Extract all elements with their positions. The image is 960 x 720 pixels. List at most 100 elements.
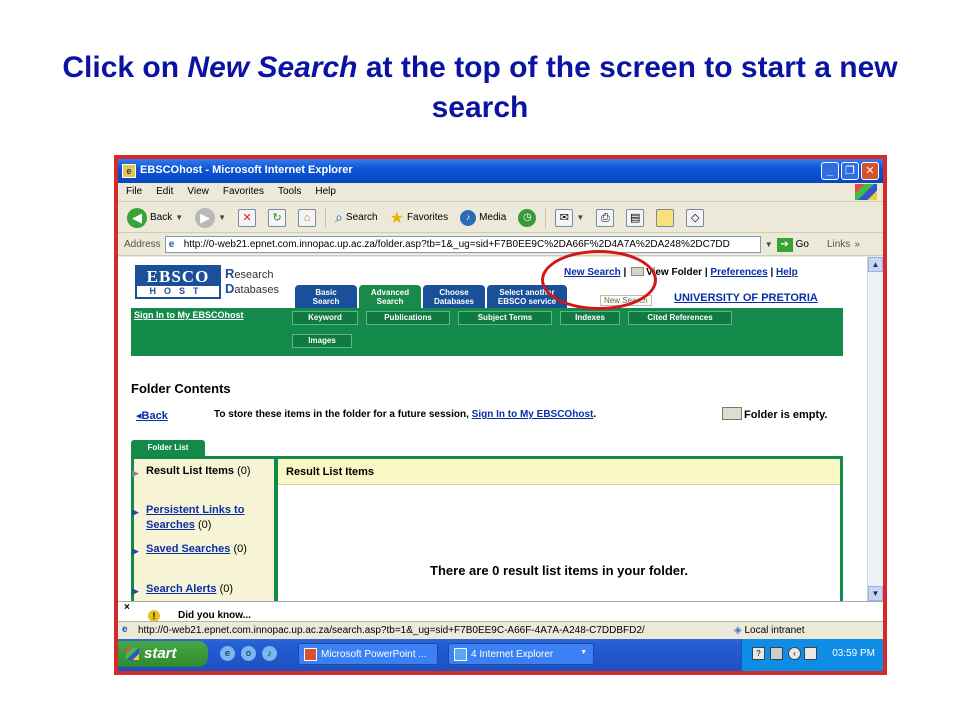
address-dropdown-icon[interactable]: ▼: [765, 240, 773, 249]
menu-view[interactable]: View: [187, 186, 209, 201]
publications-button[interactable]: Publications: [366, 311, 450, 325]
link-separator: |: [770, 267, 774, 278]
browser-window: e EBSCOhost - Microsoft Internet Explore…: [118, 159, 883, 671]
list-item-count: (0): [219, 583, 234, 595]
menu-bar: File Edit View Favorites Tools Help: [118, 183, 883, 202]
media-button[interactable]: ♪ Media: [457, 206, 509, 230]
did-you-know-bar: × ! Did you know...: [118, 601, 883, 622]
window-titlebar[interactable]: e EBSCOhost - Microsoft Internet Explore…: [118, 159, 883, 183]
windows-logo-icon: [126, 648, 139, 660]
network-tray-icon[interactable]: [770, 647, 783, 660]
tab-line: Choose: [439, 288, 469, 297]
slide: Click on New Search at the top of the sc…: [0, 0, 960, 720]
forward-button[interactable]: ▶ ▼: [192, 206, 229, 230]
indexes-button[interactable]: Indexes: [560, 311, 620, 325]
tab-line: Advanced: [370, 288, 410, 297]
ie-quicklaunch-icon[interactable]: e: [220, 646, 235, 661]
sign-in-link[interactable]: Sign In to My EBSCOhost: [134, 310, 244, 320]
folder-status: Folder is empty.: [722, 407, 828, 421]
scroll-up-icon[interactable]: ▲: [868, 257, 883, 272]
tab-line: Basic: [315, 288, 337, 297]
collapse-tray-icon[interactable]: ‹: [788, 647, 801, 660]
security-zone: ◈ Local intranet: [734, 625, 805, 636]
menu-file[interactable]: File: [126, 186, 142, 201]
media-quicklaunch-icon[interactable]: ♪: [262, 646, 277, 661]
tab-advanced-search[interactable]: Advanced Search: [359, 285, 421, 309]
triangle-right-icon: ▶: [132, 586, 139, 596]
zone-label: Local intranet: [744, 625, 805, 636]
scroll-down-icon[interactable]: ▼: [868, 586, 883, 601]
dropdown-arrow-icon: ▼: [218, 213, 227, 222]
quick-launch: e o ♪: [220, 646, 277, 661]
dropdown-arrow-icon: ▼: [576, 213, 585, 222]
close-button[interactable]: ✕: [861, 162, 879, 180]
messenger-button[interactable]: ◇: [683, 206, 707, 230]
search-button[interactable]: ⌕ Search: [332, 206, 381, 230]
page-viewport: EBSCO HOST Research Databases New Search…: [118, 257, 867, 601]
maximize-button[interactable]: ❐: [841, 162, 859, 180]
vertical-scrollbar[interactable]: ▲ ▼: [867, 257, 883, 601]
favorites-button[interactable]: ★ Favorites: [387, 206, 451, 230]
taskbar-ie-group-button[interactable]: 4 Internet Explorer ▼: [448, 643, 594, 665]
list-item-result-list-items: ▶ Result List Items (0): [132, 464, 272, 479]
university-link[interactable]: UNIVERSITY OF PRETORIA: [674, 292, 818, 304]
databases-cap: D: [225, 281, 235, 296]
cited-references-button[interactable]: Cited References: [628, 311, 732, 325]
refresh-button[interactable]: ↻: [265, 206, 289, 230]
link-separator: |: [704, 267, 708, 278]
help-link[interactable]: Help: [776, 267, 798, 278]
discuss-button[interactable]: [653, 206, 677, 230]
tab-basic-search[interactable]: Basic Search: [295, 285, 357, 309]
taskbar-powerpoint-button[interactable]: Microsoft PowerPoint ...: [298, 643, 438, 665]
close-icon[interactable]: ×: [124, 602, 130, 613]
list-item-link[interactable]: Persistent Links to Searches: [146, 504, 244, 531]
home-icon: ⌂: [298, 208, 317, 227]
history-button[interactable]: ◷: [515, 206, 539, 230]
taskbar-button-label: Microsoft PowerPoint ...: [321, 649, 427, 660]
list-item-count: (0): [198, 519, 212, 531]
list-item-search-alerts[interactable]: ▶ Search Alerts (0): [132, 582, 272, 597]
store-sign-in-link[interactable]: Sign In to My EBSCOhost: [472, 409, 594, 420]
databases-rest: atabases: [234, 284, 280, 296]
ie-page-icon: e: [168, 239, 175, 250]
links-toolbar[interactable]: Links: [827, 239, 850, 250]
windows-logo-icon: [855, 184, 877, 200]
back-button[interactable]: ◀ Back ▼: [124, 206, 186, 230]
standard-toolbar: ◀ Back ▼ ▶ ▼ ✕ ↻ ⌂ ⌕ Search ★ Favorites …: [118, 203, 883, 233]
ebsco-host-logo[interactable]: EBSCO HOST: [135, 265, 221, 299]
minimize-button[interactable]: _: [821, 162, 839, 180]
list-item-persistent-links[interactable]: ▶ Persistent Links to Searches (0): [132, 503, 272, 533]
menu-help[interactable]: Help: [315, 186, 336, 201]
search-icon: ⌕: [335, 209, 343, 225]
list-item-link[interactable]: Saved Searches: [146, 543, 230, 555]
list-item-saved-searches[interactable]: ▶ Saved Searches (0): [132, 542, 272, 557]
help-tray-icon[interactable]: ?: [752, 647, 765, 660]
outlook-quicklaunch-icon[interactable]: o: [241, 646, 256, 661]
images-button[interactable]: Images: [292, 334, 352, 348]
monitor-tray-icon[interactable]: [804, 647, 817, 660]
chevron-icon[interactable]: »: [854, 239, 860, 250]
favorites-star-icon: ★: [389, 209, 404, 227]
mail-button[interactable]: ✉ ▼: [552, 206, 587, 230]
preferences-link[interactable]: Preferences: [710, 267, 767, 278]
edit-button[interactable]: ▤: [623, 206, 647, 230]
menu-favorites[interactable]: Favorites: [223, 186, 264, 201]
folder-list-tab[interactable]: Folder List: [131, 440, 205, 456]
discuss-icon: [656, 208, 675, 227]
go-button[interactable]: ➔ Go: [776, 237, 809, 252]
keyword-button[interactable]: Keyword: [292, 311, 358, 325]
stop-button[interactable]: ✕: [235, 206, 259, 230]
slide-title-after: at the top of the screen to start a new …: [357, 51, 898, 124]
back-link[interactable]: ◂Back: [136, 409, 168, 422]
subject-terms-button[interactable]: Subject Terms: [458, 311, 552, 325]
list-item-link[interactable]: Search Alerts: [146, 583, 217, 595]
menu-tools[interactable]: Tools: [278, 186, 301, 201]
window-title: EBSCOhost - Microsoft Internet Explorer: [140, 164, 353, 176]
start-button[interactable]: start: [118, 641, 208, 667]
triangle-right-icon: ▶: [132, 507, 139, 517]
print-button[interactable]: ⎙: [593, 206, 617, 230]
home-button[interactable]: ⌂: [295, 206, 319, 230]
address-input[interactable]: e http://0-web21.epnet.com.innopac.up.ac…: [164, 236, 761, 253]
tab-choose-databases[interactable]: Choose Databases: [423, 285, 485, 309]
menu-edit[interactable]: Edit: [156, 186, 173, 201]
